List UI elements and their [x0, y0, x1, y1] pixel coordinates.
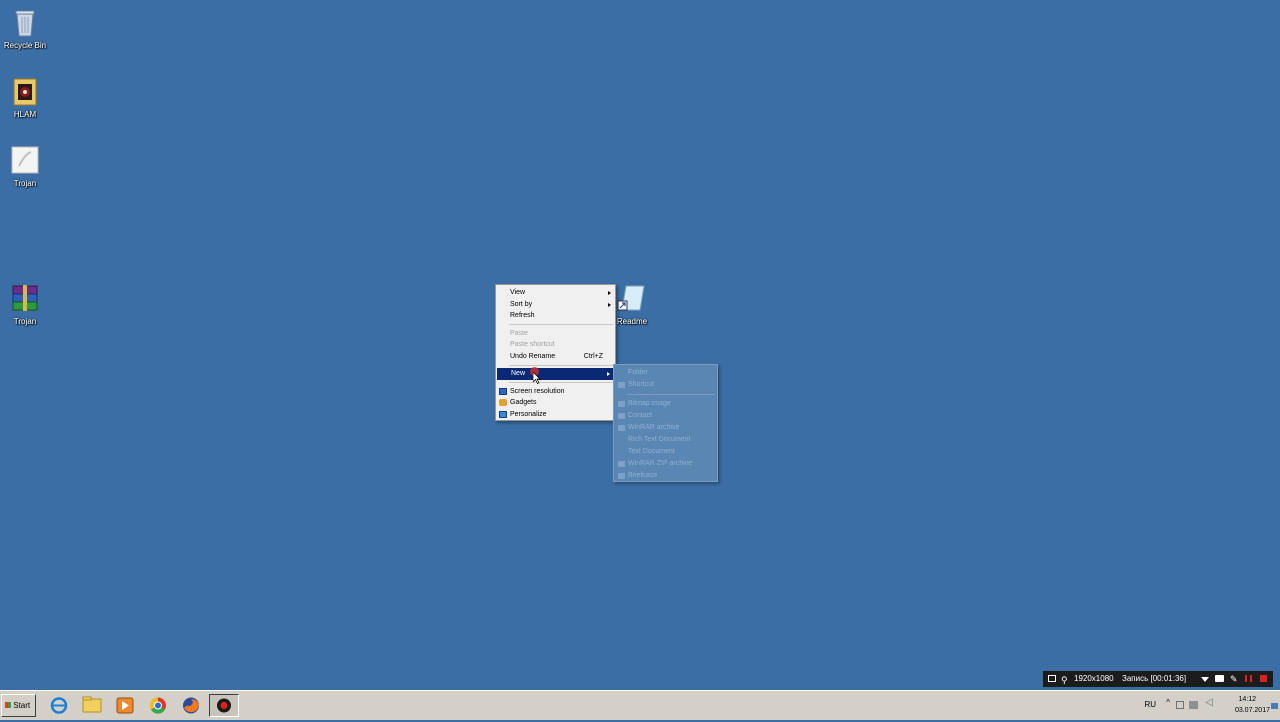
submenu-item-rich-text[interactable]: Rich Text Document: [614, 434, 717, 446]
mouse-cursor-icon: [532, 371, 541, 389]
chevron-down-icon[interactable]: [1201, 677, 1209, 682]
desktop-icon-trojan-archive[interactable]: Trojan: [0, 282, 50, 326]
desktop-icon-recycle-bin[interactable]: Recycle Bin: [0, 6, 50, 50]
shortcut-icon: [618, 382, 625, 388]
media-player-icon: [116, 697, 134, 714]
bitmap-icon: [618, 401, 625, 407]
menu-item-sort-by[interactable]: Sort by: [496, 299, 615, 311]
submenu-item-winrar-archive[interactable]: WinRAR archive: [614, 422, 717, 434]
recycle-bin-icon: [9, 6, 41, 38]
firefox-icon: [183, 697, 200, 714]
network-icon[interactable]: [1189, 701, 1198, 709]
recorder-resolution: 1920x1080: [1074, 674, 1114, 683]
screen-recorder-bar: ⚲ 1920x1080 Запись [00:01:36] ✎: [1043, 671, 1273, 687]
desktop-context-menu: View Sort by Refresh Paste Paste shortcu…: [495, 284, 616, 421]
recorder-status: Запись [00:01:36]: [1122, 674, 1187, 683]
briefcase-icon: [618, 473, 625, 479]
tray-chevron-icon[interactable]: ^: [1166, 698, 1170, 707]
submenu-arrow-icon: [608, 291, 611, 295]
folder-icon: [82, 696, 102, 713]
taskbar-firefox[interactable]: [176, 694, 206, 717]
recorder-window-icon[interactable]: [1048, 675, 1056, 682]
pause-icon[interactable]: [1245, 675, 1252, 682]
new-submenu: Folder Shortcut Bitmap image Contact Win…: [613, 364, 718, 482]
taskbar-recorder[interactable]: [209, 694, 239, 717]
windows-logo-icon: [5, 702, 11, 708]
desktop-icon-hlam[interactable]: HLAM: [0, 75, 50, 119]
gadgets-icon: [499, 399, 507, 406]
desktop-icon-label: Trojan: [13, 317, 37, 326]
submenu-item-bitmap-image[interactable]: Bitmap image: [614, 398, 717, 410]
language-indicator[interactable]: RU: [1144, 700, 1156, 709]
monitor-icon: [499, 387, 507, 395]
submenu-item-winrar-zip[interactable]: WinRAR ZIP archive: [614, 458, 717, 470]
submenu-item-briefcase[interactable]: Briefcase: [614, 470, 717, 482]
menu-item-new[interactable]: New: [497, 368, 614, 380]
menu-item-refresh[interactable]: Refresh: [496, 310, 615, 322]
menu-separator: [626, 394, 715, 395]
submenu-arrow-icon: [608, 302, 611, 307]
desktop-icon-label: Recycle Bin: [3, 41, 47, 50]
submenu-arrow-icon: [607, 372, 610, 376]
application-icon: [9, 144, 41, 176]
menu-item-gadgets[interactable]: Gadgets: [496, 397, 615, 409]
winrar-icon: [618, 425, 625, 431]
submenu-item-folder[interactable]: Folder: [614, 367, 717, 379]
submenu-item-shortcut[interactable]: Shortcut: [614, 379, 717, 391]
menu-separator: [509, 324, 613, 325]
menu-item-paste[interactable]: Paste: [496, 328, 615, 340]
submenu-item-text-document[interactable]: Text Document: [614, 446, 717, 458]
shortcut-document-icon: [616, 282, 648, 314]
magnifier-icon[interactable]: ⚲: [1061, 672, 1068, 688]
clock-time[interactable]: 14:12: [1238, 696, 1256, 703]
tray-app-icon[interactable]: [1176, 701, 1184, 709]
stop-icon[interactable]: [1260, 675, 1267, 682]
desktop-icon-label: HLAM: [13, 110, 37, 119]
start-button[interactable]: Start: [1, 694, 36, 717]
menu-separator: [509, 382, 613, 383]
menu-item-personalize[interactable]: Personalize: [496, 409, 615, 421]
menu-item-view[interactable]: View: [496, 287, 615, 299]
desktop-icon-trojan-app[interactable]: Trojan: [0, 144, 50, 188]
menu-item-screen-resolution[interactable]: Screen resolution: [496, 386, 615, 398]
menu-item-undo-rename[interactable]: Undo Rename Ctrl+Z: [496, 351, 615, 363]
submenu-item-contact[interactable]: Contact: [614, 410, 717, 422]
menu-item-paste-shortcut[interactable]: Paste shortcut: [496, 339, 615, 351]
menu-separator: [509, 364, 613, 366]
folder-icon: [9, 75, 41, 107]
clock-date[interactable]: 03.07.2017: [1235, 707, 1270, 714]
contact-icon: [618, 413, 625, 419]
camera-icon[interactable]: [1215, 675, 1224, 682]
zip-icon: [618, 461, 625, 467]
volume-icon[interactable]: ◁: [1205, 697, 1213, 708]
taskbar-explorer[interactable]: [77, 694, 107, 717]
internet-explorer-icon: [50, 697, 68, 714]
taskbar-chrome[interactable]: [143, 694, 173, 717]
taskbar: Start RU ^ ◁ 14:12 03.07.2017: [0, 690, 1280, 720]
desktop-icon-label: Trojan: [13, 179, 37, 188]
personalize-icon: [499, 410, 507, 418]
pen-icon[interactable]: ✎: [1230, 671, 1238, 687]
winrar-archive-icon: [9, 282, 41, 314]
taskbar-media-player[interactable]: [110, 694, 140, 717]
shortcut-hint: Ctrl+Z: [583, 352, 603, 360]
recorder-app-icon: [217, 698, 231, 713]
chrome-icon: [149, 697, 166, 714]
show-desktop-icon[interactable]: [1271, 703, 1278, 709]
taskbar-ie[interactable]: [44, 694, 74, 717]
